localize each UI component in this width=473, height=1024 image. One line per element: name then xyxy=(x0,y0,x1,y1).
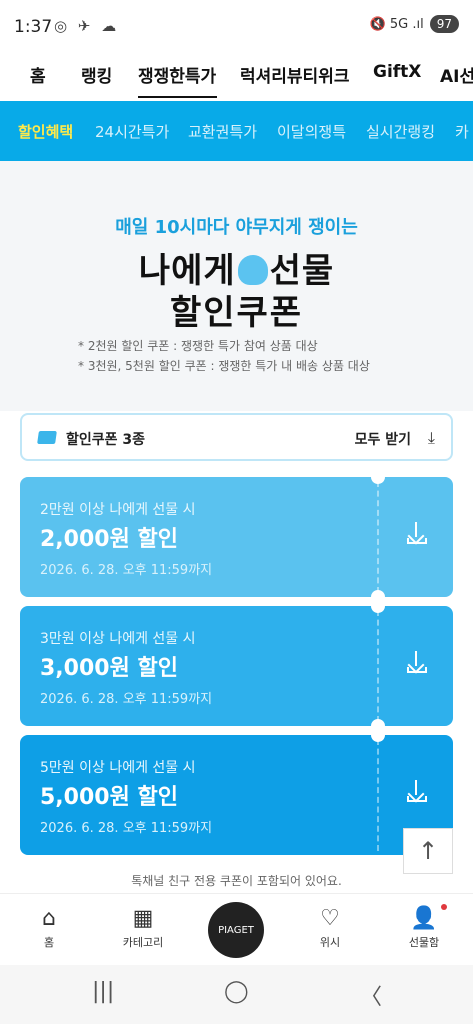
status-time: 1:37 xyxy=(14,17,53,37)
top-nav: 홈 랭킹 쟁쟁한특가 럭셔리뷰티위크 GiftX AI선 xyxy=(0,52,473,98)
subtab-24h[interactable]: 24시간특가 xyxy=(95,121,169,142)
arrow-up-icon: ↑ xyxy=(417,837,439,865)
tab-luxury-beauty[interactable]: 럭셔리뷰티위크 xyxy=(240,62,349,87)
ticket-icon xyxy=(37,431,57,444)
coupon-download-icon[interactable] xyxy=(407,651,429,675)
coupon-expiry: 2026. 6. 28. 오후 11:59까지 xyxy=(40,692,213,707)
bottom-nav: ⌂ 홈 ▦ 카테고리 PIAGET ♡ 위시 👤 선물함 xyxy=(0,893,473,965)
coupon-card-3000[interactable]: 3만원 이상 나에게 선물 시 3,000원 할인 2026. 6. 28. 오… xyxy=(20,599,453,733)
coupon-card-5000[interactable]: 5만원 이상 나에게 선물 시 5,000원 할인 2026. 6. 28. 오… xyxy=(20,728,453,855)
bottom-nav-giftbox-label: 선물함 xyxy=(408,936,440,949)
coupon-notch-top xyxy=(371,599,385,613)
coupon-divider xyxy=(377,739,379,851)
subtab-more[interactable]: 카 xyxy=(455,121,469,142)
bottom-nav-home-label: 홈 xyxy=(43,936,55,949)
coupon-notch-top xyxy=(371,470,385,484)
subtab-realtime-ranking[interactable]: 실시간랭킹 xyxy=(366,121,435,142)
bottom-nav-category[interactable]: ▦ 카테고리 xyxy=(108,906,178,950)
tab-deals[interactable]: 쟁쟁한특가 xyxy=(138,62,216,87)
tab-giftx[interactable]: GiftX xyxy=(373,62,421,82)
bottom-nav-giftbox[interactable]: 👤 선물함 xyxy=(389,906,459,950)
notification-dot xyxy=(441,904,447,910)
coupon-amount: 3,000원 할인 xyxy=(40,656,178,681)
coupon-expiry: 2026. 6. 28. 오후 11:59까지 xyxy=(40,563,213,578)
scroll-to-top-button[interactable]: ↑ xyxy=(403,828,453,874)
tab-ranking[interactable]: 랭킹 xyxy=(81,62,112,87)
get-all-button[interactable]: 모두 받기 xyxy=(355,429,411,449)
hero-subtitle: 매일 10시마다 야무지게 쟁이는 xyxy=(115,217,358,238)
back-button[interactable]: 〈 xyxy=(360,979,382,1011)
coupon-header: 할인쿠폰 3종 모두 받기 ⤓ xyxy=(20,413,453,461)
center-ad-avatar[interactable]: PIAGET xyxy=(208,902,264,958)
bottom-nav-home[interactable]: ⌂ 홈 xyxy=(14,906,84,950)
bottom-nav-wish[interactable]: ♡ 위시 xyxy=(295,906,365,950)
coupon-condition: 5만원 이상 나에게 선물 시 xyxy=(40,760,196,776)
hero-note-1: * 2천원 할인 쿠폰 : 쟁쟁한 특가 참여 상품 대상 xyxy=(78,339,318,353)
hero-banner: 매일 10시마다 야무지게 쟁이는 나에게 선물 할인쿠폰 * 2천원 할인 쿠폰… xyxy=(0,161,473,411)
coupon-header-title: 할인쿠폰 3종 xyxy=(66,432,146,448)
coupon-amount: 5,000원 할인 xyxy=(40,785,178,810)
home-icon: ⌂ xyxy=(42,906,56,931)
heart-icon: ♡ xyxy=(320,906,340,931)
hero-note-2: * 3천원, 5천원 할인 쿠폰 : 쟁쟁한 특가 내 배송 상품 대상 xyxy=(78,359,370,373)
bottom-nav-category-label: 카테고리 xyxy=(122,936,164,949)
grid-icon: ▦ xyxy=(132,906,154,931)
status-right: 🔇 5G .ıl 97 xyxy=(370,15,459,33)
coupon-condition: 3만원 이상 나에게 선물 시 xyxy=(40,631,196,647)
bottom-nav-wish-label: 위시 xyxy=(319,936,341,949)
subtab-discount[interactable]: 할인혜택 xyxy=(18,121,73,142)
person-icon: 👤 xyxy=(410,906,438,931)
recent-apps-button[interactable]: ||| xyxy=(92,979,114,1004)
download-icon[interactable]: ⤓ xyxy=(428,428,435,448)
footnote: 톡채널 친구 전용 쿠폰이 포함되어 있어요. xyxy=(131,874,342,888)
home-button[interactable]: ◯ xyxy=(224,979,249,1004)
tab-ai[interactable]: AI선 xyxy=(440,62,473,87)
center-ad-label: PIAGET xyxy=(218,924,254,936)
coupon-amount: 2,000원 할인 xyxy=(40,527,178,552)
coupon-download-icon[interactable] xyxy=(407,522,429,546)
coupon-expiry: 2026. 6. 28. 오후 11:59까지 xyxy=(40,821,213,836)
coupon-condition: 2만원 이상 나에게 선물 시 xyxy=(40,502,196,518)
coupon-card-2000[interactable]: 2만원 이상 나에게 선물 시 2,000원 할인 2026. 6. 28. 오… xyxy=(20,470,453,604)
sub-nav: 할인혜택 24시간특가 교환권특가 이달의쟁특 실시간랭킹 카 xyxy=(0,101,473,161)
coupon-divider xyxy=(377,610,379,722)
tab-home[interactable]: 홈 xyxy=(30,62,46,87)
coupon-download-icon[interactable] xyxy=(407,780,429,804)
signal-icons: 🔇 5G .ıl xyxy=(369,16,424,32)
coupon-notch-top xyxy=(371,728,385,742)
subtab-voucher[interactable]: 교환권특가 xyxy=(188,121,257,142)
subtab-monthly[interactable]: 이달의쟁특 xyxy=(277,121,346,142)
hero-title-line2: 할인쿠폰 xyxy=(169,293,304,333)
system-nav: ||| ◯ 〈 xyxy=(0,965,473,1024)
battery-icon: 97 xyxy=(429,15,459,33)
coupon-divider xyxy=(377,481,379,593)
status-bar: 1:37 ◎ ✈ ☁ 🔇 5G .ıl 97 xyxy=(0,0,473,52)
active-tab-indicator xyxy=(138,96,217,98)
gift-heart-icon xyxy=(237,254,268,285)
notification-icons: ◎ ✈ ☁ xyxy=(54,17,120,35)
